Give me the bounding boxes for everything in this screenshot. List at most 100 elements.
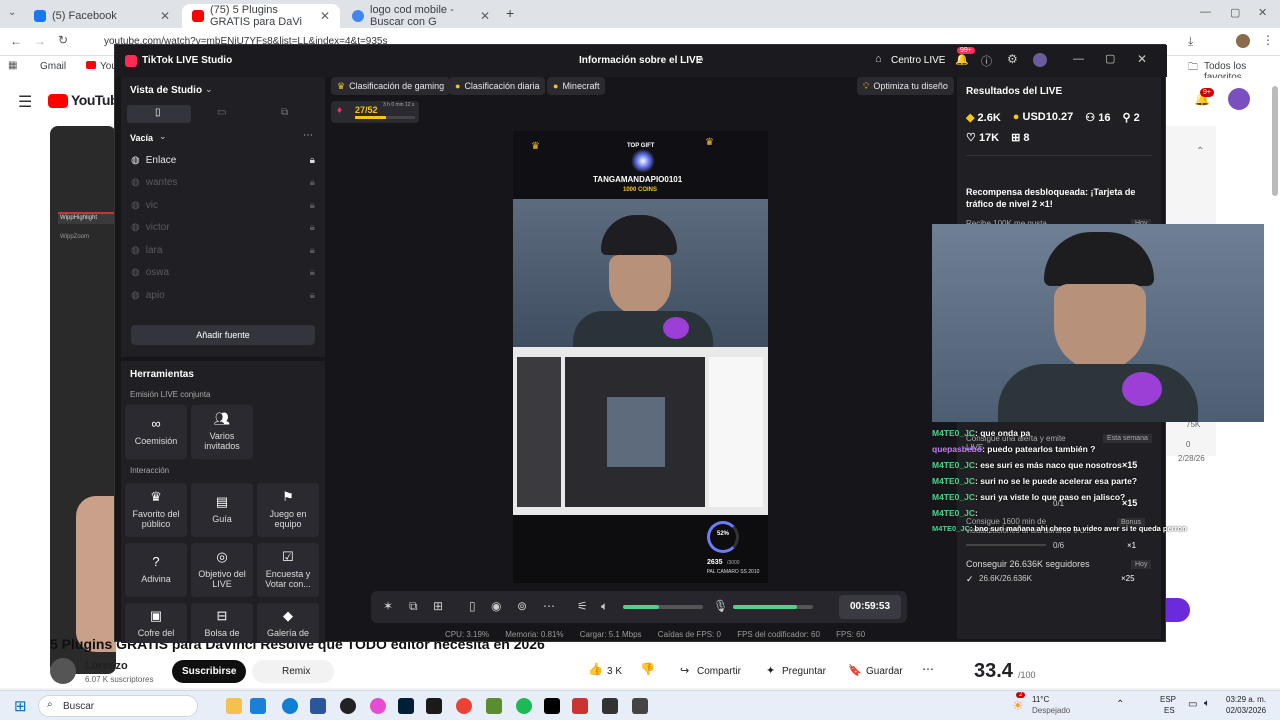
team-game-tool[interactable]: ⚑ Juego en equipo bbox=[257, 483, 319, 537]
source-item[interactable]: ◍ Enlace 🔒︎ bbox=[121, 149, 325, 172]
remix-button[interactable]: Remix bbox=[252, 660, 335, 683]
windows-start-icon[interactable]: ⊞ bbox=[14, 697, 27, 715]
download-icon[interactable]: ⤓ bbox=[1188, 34, 1193, 49]
volume-slider[interactable] bbox=[623, 605, 703, 609]
hamburger-icon[interactable]: ☰ bbox=[18, 92, 32, 112]
source-item[interactable]: ◍ lara 🔒︎ bbox=[121, 239, 325, 262]
source-item[interactable]: ◍ apio 🔒︎ bbox=[121, 284, 325, 307]
temperature[interactable]: 11°C bbox=[1032, 695, 1049, 704]
bookmark-gmail[interactable]: Gmail bbox=[40, 61, 66, 72]
share-button[interactable]: Compartir bbox=[697, 666, 741, 677]
daily-ranking-chip[interactable]: ● Clasificación diaria bbox=[449, 77, 546, 95]
yt-avatar[interactable] bbox=[1228, 88, 1250, 110]
tab-youtube[interactable]: (75) 5 Plugins GRATIS para DaVi ✕ bbox=[182, 4, 340, 28]
close-icon[interactable]: ✕ bbox=[1137, 52, 1147, 66]
network-icon[interactable]: ▭ bbox=[1188, 699, 1197, 710]
guess-tool[interactable]: ? Adivina bbox=[125, 543, 187, 597]
poll-tool[interactable]: ☑ Encuesta y Votar con... bbox=[257, 543, 319, 597]
edge-icon[interactable] bbox=[282, 698, 298, 714]
weather-text[interactable]: Despejado bbox=[1032, 706, 1070, 715]
minimize-icon[interactable]: — bbox=[1200, 6, 1211, 18]
mic-slider[interactable] bbox=[733, 605, 813, 609]
app-icon[interactable] bbox=[632, 698, 648, 714]
magic-wand-icon[interactable]: ✶ bbox=[383, 599, 393, 613]
maximize-icon[interactable]: ▢ bbox=[1230, 6, 1240, 19]
add-scene-icon[interactable]: ⊞ bbox=[433, 599, 443, 613]
close-tab-icon[interactable]: ✕ bbox=[320, 9, 330, 23]
lock-icon[interactable]: 🔒︎ bbox=[310, 200, 315, 211]
terminal-icon[interactable] bbox=[426, 698, 442, 714]
chrome-icon[interactable] bbox=[456, 698, 472, 714]
stream-preview[interactable]: TOP GIFT TANGAMANDAPIO0101 1000 COINS ♛ … bbox=[513, 131, 768, 583]
typora-icon[interactable] bbox=[572, 698, 588, 714]
studio-view-dropdown[interactable]: Vista de Studio bbox=[130, 85, 202, 96]
more-icon[interactable]: ⋯ bbox=[303, 130, 313, 141]
tab-list-icon[interactable]: ⌄ bbox=[8, 7, 16, 18]
reload-icon[interactable]: ↻ bbox=[58, 33, 68, 47]
menu-icon[interactable]: ⋮ bbox=[1262, 33, 1274, 47]
opera-icon[interactable] bbox=[370, 698, 386, 714]
scene-dropdown[interactable]: Vacía bbox=[130, 133, 153, 143]
record-icon[interactable]: ◉ bbox=[491, 599, 501, 613]
live-goal-tool[interactable]: ◎ Objetivo del LIVE bbox=[191, 543, 253, 597]
chevron-up-icon[interactable]: ⌃ bbox=[1196, 146, 1204, 157]
davinci-icon[interactable] bbox=[340, 698, 356, 714]
more-icon[interactable]: ⋯ bbox=[543, 599, 555, 613]
spotify-icon[interactable] bbox=[516, 698, 532, 714]
volume-icon[interactable]: 🔈︎ bbox=[1204, 698, 1210, 709]
video-player[interactable]: WippHighlight WippZoom bbox=[50, 126, 118, 674]
guide-tool[interactable]: ▤ Guía bbox=[191, 483, 253, 537]
minecraft-chip[interactable]: ● Minecraft bbox=[547, 77, 606, 95]
centro-live-button[interactable]: Centro LIVE bbox=[891, 55, 945, 66]
forward-icon[interactable]: → bbox=[34, 34, 46, 48]
dual-layout-icon[interactable]: ⧉ bbox=[281, 107, 288, 118]
add-source-button[interactable]: Añadir fuente bbox=[131, 325, 315, 345]
lock-icon[interactable]: 🔒︎ bbox=[310, 222, 315, 233]
help-icon[interactable]: ⓘ bbox=[981, 53, 992, 69]
lock-icon[interactable]: 🔒︎ bbox=[310, 245, 315, 256]
profile-avatar[interactable] bbox=[1236, 34, 1250, 48]
channel-avatar[interactable] bbox=[50, 658, 76, 684]
close-tab-icon[interactable]: ✕ bbox=[480, 9, 490, 23]
minecraft-icon[interactable] bbox=[486, 698, 502, 714]
clock-time[interactable]: 03:29 a. m. bbox=[1226, 695, 1266, 704]
store-icon[interactable] bbox=[250, 698, 266, 714]
more-icon[interactable]: ⋯ bbox=[922, 662, 934, 676]
clock-date[interactable]: 02/03/2026 bbox=[1226, 706, 1266, 715]
vscode-icon[interactable] bbox=[310, 698, 326, 714]
camera-icon[interactable]: ⊚ bbox=[517, 599, 527, 613]
gaming-ranking-chip[interactable]: ♛ Clasificación de gaming bbox=[331, 77, 451, 95]
source-item[interactable]: ◍ vic 🔒︎ bbox=[121, 194, 325, 217]
search-box[interactable]: ⌕ Buscar bbox=[38, 695, 198, 717]
rank-widget[interactable]: ♦ 27/52 3 h 0 min 12 s bbox=[331, 101, 419, 123]
optimize-layout-chip[interactable]: 💡︎ Optimiza tu diseño bbox=[857, 77, 954, 95]
source-item[interactable]: ◍ oswa 🔒︎ bbox=[121, 262, 325, 285]
coemission-tool[interactable]: ∞ Coemisión bbox=[125, 405, 187, 459]
source-item[interactable]: ◍ victor 🔒︎ bbox=[121, 217, 325, 240]
landscape-icon[interactable]: ▭ bbox=[217, 107, 226, 118]
layers-icon[interactable]: ⧉ bbox=[409, 599, 418, 614]
microphone-icon[interactable]: 🎙︎ bbox=[713, 599, 728, 613]
phone-icon[interactable]: ▯ bbox=[469, 599, 476, 613]
subscribe-button[interactable]: Suscribirse bbox=[172, 660, 247, 683]
lock-icon[interactable]: 🔒︎ bbox=[310, 267, 315, 278]
like-icon[interactable]: 👍 bbox=[588, 662, 603, 676]
bag-tool[interactable]: ⊟ Bolsa de bbox=[191, 603, 253, 643]
file-explorer-icon[interactable] bbox=[226, 698, 242, 714]
maximize-icon[interactable]: ▢ bbox=[1105, 52, 1115, 65]
scrollbar[interactable] bbox=[1272, 86, 1278, 196]
speaker-icon[interactable]: 🔈︎ bbox=[601, 599, 608, 614]
lock-icon[interactable]: 🔒︎ bbox=[310, 290, 315, 301]
minimize-icon[interactable]: — bbox=[1073, 53, 1084, 65]
close-window-icon[interactable]: ✕ bbox=[1258, 6, 1267, 19]
studio-avatar[interactable] bbox=[1033, 53, 1047, 67]
lock-icon[interactable]: 🔒︎ bbox=[310, 177, 315, 188]
chest-tool[interactable]: ▣ Cofre del bbox=[125, 603, 187, 643]
tab-facebook[interactable]: (5) Facebook ✕ bbox=[24, 4, 180, 28]
channel-name[interactable]: Lorenzo bbox=[85, 660, 128, 672]
app-icon[interactable] bbox=[602, 698, 618, 714]
multi-guest-tool[interactable]: 👥︎ Varios invitados bbox=[191, 405, 253, 459]
bell-icon[interactable]: 🔔 bbox=[955, 53, 969, 66]
chevron-up-icon[interactable]: ⌃ bbox=[1116, 699, 1124, 710]
tiktok-icon[interactable] bbox=[544, 698, 560, 714]
